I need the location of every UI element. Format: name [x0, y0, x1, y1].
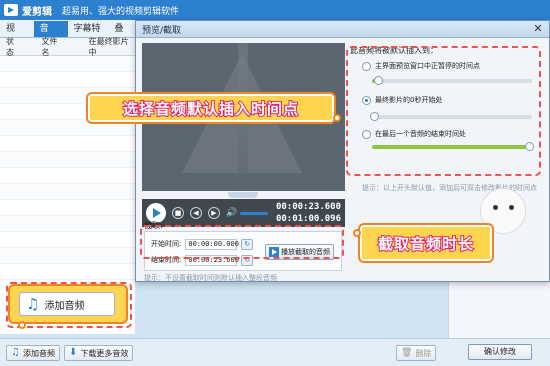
app-titlebar: 爱剪辑 超易用、强大的视频剪辑软件	[0, 0, 550, 20]
column-filename[interactable]: 文件名	[21, 36, 64, 58]
trim-callout-text: 截取音频时长	[377, 234, 474, 254]
confirm-changes-button[interactable]: 确认修改	[468, 344, 532, 360]
music-note-plus-icon: ♫	[26, 294, 40, 313]
callout-tail	[18, 321, 26, 329]
volume-icon[interactable]: 🔊	[226, 208, 237, 218]
stop-icon[interactable]: ■	[172, 207, 184, 219]
add-audio-button[interactable]: ♫ 添加音频	[6, 345, 60, 361]
trim-highlight	[140, 225, 344, 259]
app-slogan: 超易用、强大的视频剪辑软件	[62, 6, 180, 17]
current-time: 00:00:23.600	[275, 202, 341, 212]
download-more-label: 下载更多音效	[80, 348, 129, 358]
list-row	[0, 184, 135, 200]
trim-tip: 提示：不设置截取时间则默认插入整段音频	[144, 274, 277, 282]
insert-point-callout-text: 选择音频默认插入时间点	[122, 99, 299, 119]
insert-options-highlight	[346, 46, 541, 176]
download-more-sounds-button[interactable]: ⬇ 下载更多音效	[64, 345, 134, 361]
list-row	[0, 264, 135, 280]
list-row	[0, 248, 135, 264]
trim-callout: 截取音频时长	[353, 223, 494, 263]
delete-label: 删除	[415, 348, 432, 358]
list-row	[0, 136, 135, 152]
list-row	[0, 152, 135, 168]
add-audio-zoomed-button[interactable]: ♫ 添加音频	[19, 292, 115, 316]
download-icon: ⬇	[69, 347, 78, 358]
previous-frame-icon[interactable]: ◀	[190, 207, 202, 219]
app-logo-icon	[4, 4, 18, 16]
total-time: 00:01:00.096	[275, 214, 341, 224]
add-audio-zoomed-label: 添加音频	[44, 300, 85, 312]
app-name: 爱剪辑	[22, 6, 52, 18]
volume-slider[interactable]	[240, 211, 269, 215]
list-row	[0, 216, 135, 232]
collapse-handle[interactable]	[228, 192, 258, 198]
dialog-title: 预览/截取	[142, 25, 182, 36]
add-audio-callout: ♫ 添加音频	[8, 284, 128, 329]
close-icon[interactable]: ✕	[532, 23, 544, 35]
next-frame-icon[interactable]: ▶	[208, 207, 220, 219]
trash-icon: 🗑	[401, 348, 413, 358]
delete-button[interactable]: 🗑 删除	[396, 345, 437, 361]
dialog-titlebar: 预览/截取	[136, 21, 549, 38]
insert-point-callout: 选择音频默认插入时间点	[86, 92, 341, 124]
list-row	[0, 232, 135, 248]
timecode-display: 00:00:23.600 00:01:00.096	[276, 201, 341, 225]
add-audio-label: 添加音频	[22, 348, 55, 358]
list-row	[0, 168, 135, 184]
callout-tail	[333, 114, 341, 122]
music-note-icon: ♫	[11, 347, 20, 358]
list-row	[0, 56, 135, 72]
player-controls: ■ ◀ ▶ 🔊 00:00:23.600 00:01:00.096	[142, 199, 345, 227]
callout-tail	[353, 229, 361, 237]
column-status[interactable]: 状态	[0, 36, 21, 58]
column-in-final-video[interactable]: 在最终影片中	[65, 36, 135, 58]
audio-list-header: 状态 文件名 在最终影片中	[0, 36, 135, 58]
list-row	[0, 200, 135, 216]
list-row	[0, 72, 135, 88]
